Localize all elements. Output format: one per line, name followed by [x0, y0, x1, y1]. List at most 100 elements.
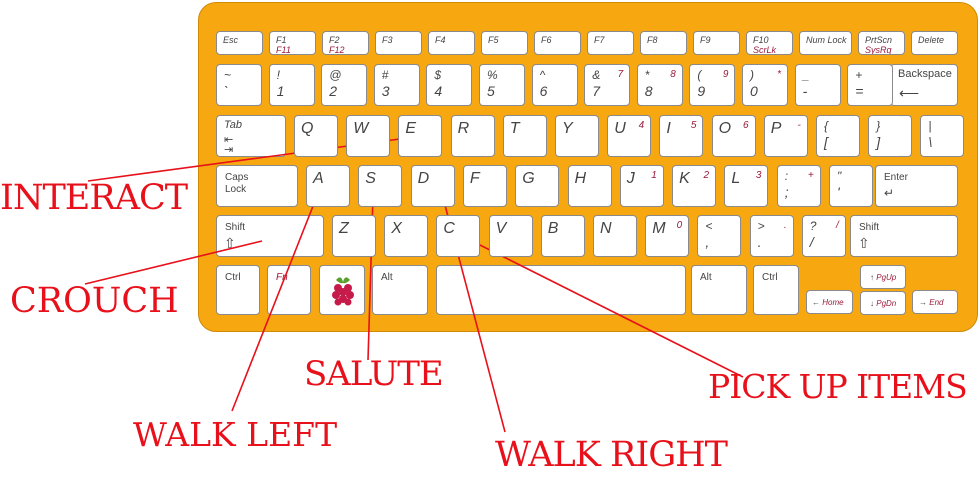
key-p[interactable]: P-	[763, 115, 808, 157]
key-base-char: 6	[539, 83, 548, 99]
key-v[interactable]: V	[488, 215, 533, 257]
key-y[interactable]: Y	[555, 115, 599, 157]
key-r[interactable]: R	[450, 115, 495, 157]
key-letter-label: F	[469, 170, 480, 187]
key-numpad-label: 3	[755, 170, 762, 181]
key-w[interactable]: W	[346, 115, 391, 157]
key-letter-label: Y	[562, 120, 573, 137]
key-g[interactable]: G	[515, 165, 560, 207]
key-symbol[interactable]: >..	[749, 215, 794, 257]
label-interact: INTERACT	[0, 178, 188, 218]
key-k[interactable]: K2	[672, 165, 717, 207]
key-symbol[interactable]: + =	[847, 64, 894, 106]
key-shift-char: {	[824, 119, 829, 133]
label-walk-left: WALK LEFT	[133, 415, 338, 454]
key-shift-char: %	[487, 68, 498, 82]
key-i[interactable]: I5	[659, 115, 704, 157]
key-c[interactable]: C	[436, 215, 481, 257]
key-t[interactable]: T	[502, 115, 547, 157]
key-symbol[interactable]: & 7 7	[584, 64, 631, 106]
key-symbol[interactable]: % 5	[479, 64, 525, 106]
key-symbol[interactable]: <,	[697, 215, 742, 257]
key-z[interactable]: Z	[332, 215, 376, 257]
key-x[interactable]: X	[384, 215, 429, 257]
key-letter-label: O	[718, 120, 732, 137]
key-m[interactable]: M0	[645, 215, 690, 257]
key-q[interactable]: Q	[294, 115, 338, 157]
key-shift-char: #	[381, 68, 389, 82]
key-base-char: ]	[876, 134, 881, 150]
key-letter-label: P	[770, 120, 782, 137]
key-letter-label: Q	[301, 120, 314, 137]
key-n[interactable]: N	[593, 215, 637, 257]
key-symbol[interactable]: | \	[920, 115, 965, 157]
key-a[interactable]: A	[306, 165, 350, 207]
key-base-char: /	[809, 234, 814, 250]
label-walk-right: WALK RIGHT	[495, 435, 728, 475]
key-f[interactable]: F	[462, 165, 507, 207]
key-symbol[interactable]: ~ `	[216, 64, 262, 106]
key-numpad-label: /	[836, 220, 839, 231]
key-numpad-label: 5	[690, 120, 697, 131]
key-j[interactable]: J1	[619, 165, 664, 207]
key-shift-char: >	[757, 219, 765, 233]
key-symbol[interactable]: ) 0 *	[742, 64, 788, 106]
key-letter-label: V	[495, 220, 507, 237]
key-shift-char: _	[802, 68, 810, 82]
key-base-char: 9	[697, 83, 706, 99]
key-numpad-label: 1	[651, 170, 657, 181]
key-base-char: 0	[750, 83, 758, 99]
key-symbol[interactable]: ^ 6	[531, 64, 578, 106]
key-base-char: \	[928, 134, 933, 150]
key-u[interactable]: U4	[607, 115, 652, 157]
key-symbol[interactable]: :; +	[776, 165, 821, 207]
key-numpad-label: *	[777, 69, 781, 80]
key-base-char: ,	[705, 234, 710, 250]
key-symbol[interactable]: " '	[829, 165, 873, 207]
key-o[interactable]: O6	[711, 115, 756, 157]
key-letter-label: B	[547, 220, 559, 237]
key-base-char: ;	[784, 184, 789, 200]
key-letter-label: D	[417, 170, 430, 187]
key-s[interactable]: S	[358, 165, 403, 207]
key-numpad-label: 0	[676, 220, 683, 231]
key-shift-char: :	[784, 169, 789, 183]
key-symbol[interactable]: _ -	[794, 64, 841, 106]
key-symbol[interactable]: ! 1	[268, 64, 315, 106]
key-shift-char: <	[705, 219, 713, 233]
key-base-char: 5	[487, 83, 495, 99]
crouch-line	[84, 240, 263, 285]
key-shift-char: &	[592, 68, 601, 82]
key-symbol[interactable]: {[	[816, 115, 860, 157]
key-letter-label: G	[522, 170, 535, 187]
label-pick-up-items: PICK UP ITEMS	[708, 367, 968, 406]
key-letter-label: N	[600, 220, 612, 237]
key-letter-label: E	[405, 120, 417, 137]
key-letter-label: L	[731, 170, 741, 187]
key-h[interactable]: H	[567, 165, 612, 207]
key-shift-char: (	[697, 68, 702, 82]
key-numpad-label: 9	[722, 69, 729, 80]
key-shift-char: +	[855, 68, 863, 82]
key-d[interactable]: D	[410, 165, 455, 207]
key-l[interactable]: L3	[724, 165, 769, 207]
key-symbol[interactable]: ? / /	[801, 215, 846, 257]
key-e[interactable]: E	[398, 115, 443, 157]
key-base-char: -	[802, 83, 808, 99]
key-letter-label: I	[666, 120, 671, 137]
key-symbol[interactable]: $4	[426, 64, 473, 106]
key-letter-label: X	[391, 220, 402, 237]
key-letter-label: H	[574, 170, 587, 187]
key-symbol[interactable]: }]	[868, 115, 913, 157]
key-symbol[interactable]: (9 9	[689, 64, 736, 106]
key-shift-char: }	[876, 119, 881, 133]
key-shift-char: !	[276, 68, 280, 82]
key-b[interactable]: B	[540, 215, 585, 257]
key-base-char: 4	[434, 83, 443, 99]
key-letter-label: C	[443, 220, 455, 237]
key-symbol[interactable]: #3	[373, 64, 420, 106]
key-letter-label: S	[365, 170, 376, 187]
key-shift-char: ?	[809, 219, 817, 233]
key-symbol[interactable]: * 8 8	[636, 64, 683, 106]
key-symbol[interactable]: @2	[321, 64, 368, 106]
